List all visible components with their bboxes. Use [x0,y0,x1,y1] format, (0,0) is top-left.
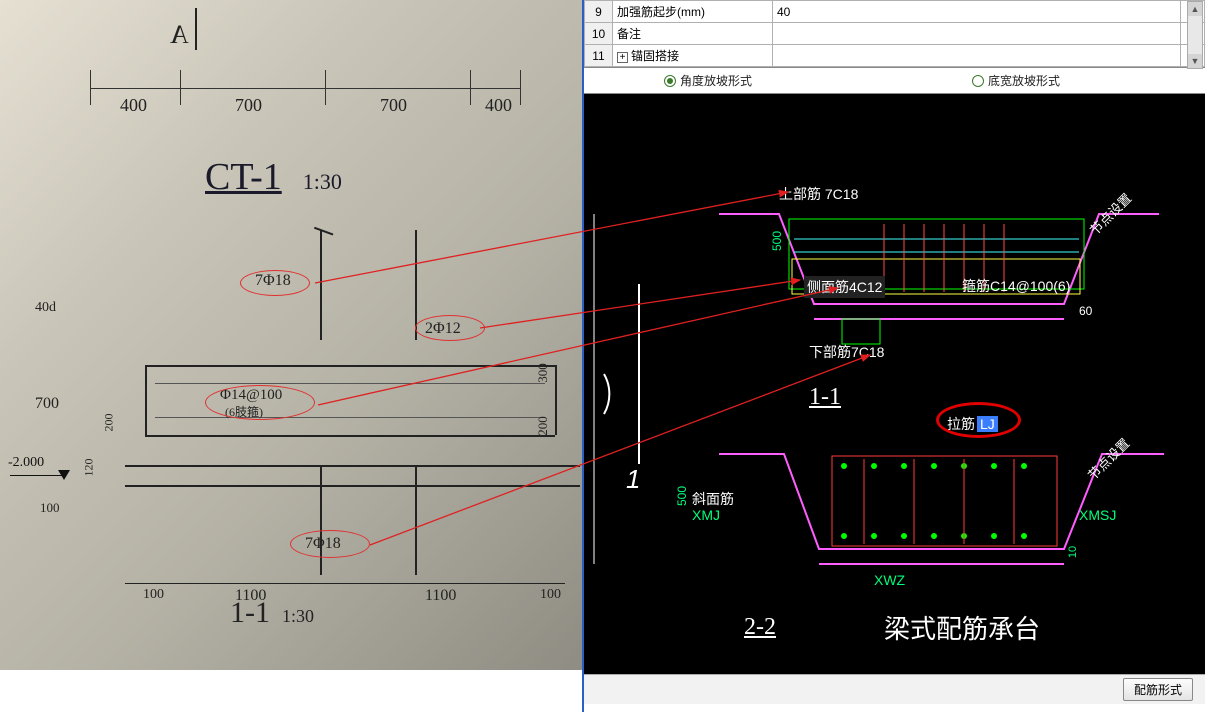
elevation-label: -2.000 [8,455,44,471]
cad-preview[interactable]: 上部筋 7C18 [584,94,1205,674]
callout-ellipse-1 [240,270,310,296]
drawing-photo-panel: A 400 700 700 400 CT-1 1:30 [0,0,582,712]
view-marker-a: A [170,20,189,50]
rebar-form-button[interactable]: 配筋形式 [1123,678,1193,701]
software-panel: 9 加强筋起步(mm) 40 10 备注 11 +锚固搭接 [582,0,1205,712]
section-2-2-label: 2-2 [744,614,776,641]
radio-width-slope[interactable]: 底宽放坡形式 [972,72,1060,89]
scroll-down-icon[interactable]: ▼ [1188,54,1202,68]
table-scrollbar[interactable]: ▲ ▼ [1187,1,1203,69]
table-row[interactable]: 10 备注 [585,23,1205,45]
cap-type-title: 梁式配筋承台 [884,609,1040,646]
dim-700b: 700 [380,95,407,116]
dim-700a: 700 [235,95,262,116]
table-row[interactable]: 9 加强筋起步(mm) 40 [585,1,1205,23]
label-side-rebar: 侧面筋4C12 [804,276,885,298]
label-xiemj: 斜面筋 [692,489,734,509]
bottom-white-strip [0,670,582,712]
radio-dot-icon [972,75,984,87]
photo-area: A 400 700 700 400 CT-1 1:30 [0,0,582,670]
callout-ellipse-3 [205,385,315,420]
highlight-circle [936,402,1021,438]
cell-value[interactable]: 40 [773,1,1181,23]
section-1-1-label: 1-1 [809,384,841,411]
radio-dot-icon [664,75,676,87]
property-table: 9 加强筋起步(mm) 40 10 备注 11 +锚固搭接 [584,0,1205,68]
dim-400b: 400 [485,95,512,116]
bottom-toolbar: 配筋形式 [584,674,1205,704]
top-dimension-row: 400 700 700 400 [90,60,520,120]
callout-ellipse-4 [290,530,370,558]
dim-400a: 400 [120,95,147,116]
label-stirrup: 箍筋C14@100(6) [962,276,1070,296]
slope-mode-radio-bar: 角度放坡形式 底宽放坡形式 [584,68,1205,94]
expand-icon[interactable]: + [617,52,628,63]
cell-label: 加强筋起步(mm) [613,1,773,23]
elevation-icon [58,470,70,480]
callout-ellipse-2 [415,315,485,341]
scroll-up-icon[interactable]: ▲ [1188,2,1202,16]
radio-angle-slope[interactable]: 角度放坡形式 [664,72,752,89]
section-1-1-title: 1-11:30 [230,596,314,630]
drawing-title: CT-1 1:30 [205,155,342,199]
label-bottom-rebar: 下部筋7C18 [809,342,884,362]
table-row[interactable]: 11 +锚固搭接 [585,45,1205,67]
